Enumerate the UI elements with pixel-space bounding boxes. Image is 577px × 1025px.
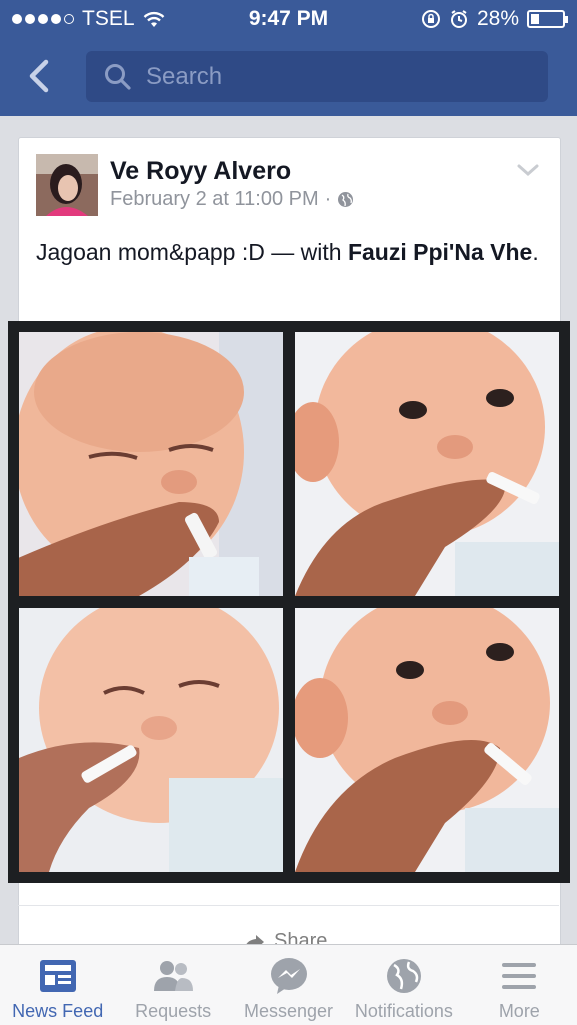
post-text-body: Jagoan mom&papp :D bbox=[36, 239, 265, 265]
meta-separator: · bbox=[324, 188, 332, 210]
tab-label-more: More bbox=[498, 1001, 540, 1021]
photo-collage[interactable] bbox=[8, 321, 570, 883]
photo-3[interactable] bbox=[19, 608, 283, 872]
news-feed-icon bbox=[39, 960, 76, 992]
tab-label-notifications: Notifications bbox=[354, 1001, 453, 1021]
messenger-icon bbox=[270, 958, 307, 994]
back-chevron-icon[interactable] bbox=[24, 58, 58, 94]
tab-notifications[interactable]: Notifications bbox=[346, 945, 461, 1025]
top-bar: TSEL 9:47 PM 28% Search bbox=[0, 0, 577, 116]
post-text-period: . bbox=[532, 239, 539, 265]
tab-more[interactable]: More bbox=[462, 945, 577, 1025]
photo-1[interactable] bbox=[19, 332, 283, 596]
avatar[interactable] bbox=[36, 154, 98, 216]
tab-label-messenger: Messenger bbox=[243, 1001, 334, 1021]
alarm-icon bbox=[450, 10, 467, 28]
search-input[interactable]: Search bbox=[86, 51, 548, 102]
action-divider bbox=[18, 905, 559, 906]
tagged-friend[interactable]: Fauzi Ppi'Na Vhe bbox=[348, 239, 532, 265]
tab-label-news-feed: News Feed bbox=[12, 1001, 104, 1021]
chevron-down-icon[interactable] bbox=[516, 162, 540, 178]
photo-4[interactable] bbox=[295, 608, 559, 872]
orientation-lock-icon bbox=[421, 10, 440, 28]
tab-news-feed[interactable]: News Feed bbox=[0, 945, 115, 1025]
tab-bar: News Feed Requests Messenger Notificatio… bbox=[0, 944, 577, 1025]
tab-requests[interactable]: Requests bbox=[115, 945, 230, 1025]
tab-label-requests: Requests bbox=[135, 1001, 212, 1021]
post-text: Jagoan mom&papp :D — with Fauzi Ppi'Na V… bbox=[36, 236, 546, 269]
post-meta: February 2 at 11:00 PM · bbox=[110, 188, 354, 211]
menu-icon bbox=[502, 963, 537, 989]
friend-requests-icon bbox=[154, 961, 194, 991]
post-date[interactable]: February 2 at 11:00 PM bbox=[110, 188, 319, 211]
battery-icon bbox=[527, 10, 568, 28]
globe-icon bbox=[386, 959, 421, 993]
status-right: 28% bbox=[421, 7, 568, 31]
search-icon bbox=[105, 64, 131, 90]
post-author[interactable]: Ve Royy Alvero bbox=[110, 157, 291, 186]
post-text-with: — with bbox=[271, 239, 342, 265]
search-placeholder: Search bbox=[146, 63, 223, 90]
tab-messenger[interactable]: Messenger bbox=[231, 945, 346, 1025]
status-bar: TSEL 9:47 PM 28% bbox=[0, 0, 577, 38]
globe-icon bbox=[338, 192, 354, 207]
battery-percent: 28% bbox=[476, 7, 519, 30]
photo-2[interactable] bbox=[295, 332, 559, 596]
avatar-image bbox=[36, 154, 98, 216]
